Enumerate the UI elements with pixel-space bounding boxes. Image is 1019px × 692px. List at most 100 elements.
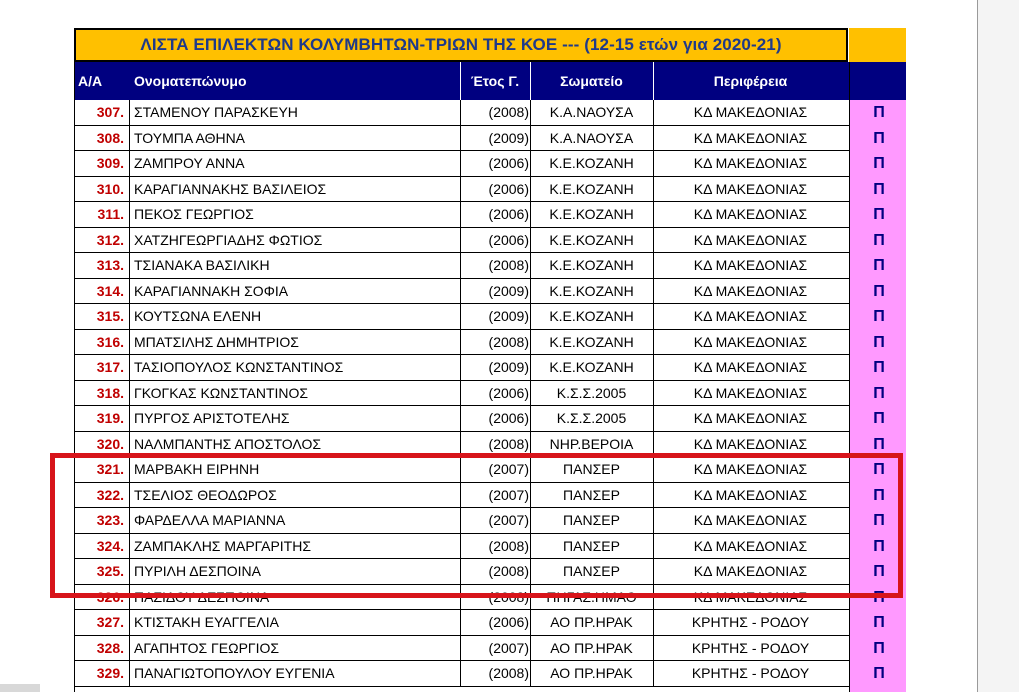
birth-year: (2008) (488, 104, 529, 120)
table-row: 318. ΓΚΟΓΚΑΣ ΚΩΝΣΤΑΝΤΙΝΟΣ (2006) Κ.Σ.Σ.2005… (74, 380, 850, 406)
column-divider (530, 100, 531, 125)
birth-year: (2008) (488, 257, 529, 273)
region-name: ΚΡΗΤΗΣ - ΡΟΔΟΥ (691, 639, 810, 656)
header-aa: Α/Α (78, 73, 103, 89)
column-divider (129, 380, 130, 406)
header-divider (460, 62, 461, 100)
column-divider (530, 661, 531, 686)
column-divider (129, 661, 130, 686)
column-divider (653, 125, 654, 151)
birth-year: (2006) (488, 384, 529, 401)
swimmer-name: ΠΕΚΟΣ ΓΕΩΡΓΙΟΣ (134, 206, 254, 222)
marker-p: Π (873, 308, 885, 325)
row-number: 329. (96, 665, 124, 681)
column-divider (129, 202, 130, 227)
marker-p: Π (873, 333, 885, 351)
horizontal-scrollbar[interactable] (0, 684, 40, 692)
header-name: Ονοματεπώνυμο (134, 73, 247, 89)
table-row: 309. ΖΑΜΠΡΟΥ ΑΝΝΑ (2006) Κ.Ε.ΚΟΖΑΝΗ ΚΔ ΜΑΚΕΔ… (74, 151, 850, 177)
column-divider (460, 329, 461, 355)
swimmer-name: ΤΣΙΑΝΑΚΑ ΒΑΣΙΛΙΚΗ (134, 257, 270, 273)
region-name: ΚΔ ΜΑΚΕΔΟΝΙΑΣ (693, 308, 808, 324)
viewer-margin (978, 0, 1019, 692)
region-name: ΚΔ ΜΑΚΕΔΟΝΙΑΣ (693, 282, 808, 299)
region-name: ΚΔ ΜΑΚΕΔΟΝΙΑΣ (693, 206, 808, 222)
region-name: ΚΔ ΜΑΚΕΔΟΝΙΑΣ (693, 410, 808, 426)
column-divider (129, 304, 130, 329)
region-name: ΚΔ ΜΑΚΕΔΟΝΙΑΣ (693, 231, 808, 248)
row-number: 308. (96, 129, 124, 146)
column-divider (530, 380, 531, 406)
swimmer-name: ΚΟΥΤΣΩΝΑ ΕΛΕΝΗ (134, 308, 262, 324)
column-divider (460, 176, 461, 202)
column-divider (530, 227, 531, 253)
column-divider (460, 100, 461, 125)
birth-year: (2009) (488, 308, 529, 324)
column-divider (129, 151, 130, 176)
column-divider (653, 202, 654, 227)
column-divider (653, 610, 654, 635)
column-divider (460, 635, 461, 661)
row-number: 319. (96, 410, 124, 426)
row-number: 315. (96, 308, 124, 324)
table-row: 307. ΣΤΑΜΕΝΟΥ ΠΑΡΑΣΚΕΥΗ (2008) Κ.Α.ΝΑΟΥΣΑ ΚΔ… (74, 100, 850, 126)
birth-year: (2009) (488, 282, 529, 299)
region-name: ΚΔ ΜΑΚΕΔΟΝΙΑΣ (693, 257, 808, 273)
header-club: Σωματείο (560, 73, 623, 89)
birth-year: (2006) (488, 231, 529, 248)
region-name: ΚΔ ΜΑΚΕΔΟΝΙΑΣ (693, 104, 808, 120)
table-row: 315. ΚΟΥΤΣΩΝΑ ΕΛΕΝΗ (2009) Κ.Ε.ΚΟΖΑΝΗ ΚΔ ΜΑΚ… (74, 304, 850, 330)
marker-p: Π (873, 180, 885, 198)
region-name: ΚΔ ΜΑΚΕΔΟΝΙΑΣ (693, 359, 808, 375)
column-divider (129, 355, 130, 380)
swimmer-name: ΤΑΣΙΟΠΟΥΛΟΣ ΚΩΝΣΤΑΝΤΙΝΟΣ (134, 359, 344, 375)
table-row: 311. ΠΕΚΟΣ ΓΕΩΡΓΙΟΣ (2006) Κ.Ε.ΚΟΖΑΝΗ ΚΔ ΜΑΚ… (74, 202, 850, 228)
club-name: ΑΟ ΠΡ.ΗΡΑΚ (550, 614, 633, 630)
club-name: Κ.Σ.Σ.2005 (556, 384, 627, 401)
club-name: Κ.Α.ΝΑΟΥΣΑ (549, 104, 634, 120)
row-number: 307. (96, 104, 124, 120)
marker-p: Π (873, 665, 885, 682)
column-divider (460, 278, 461, 304)
swimmers-table: 307. ΣΤΑΜΕΝΟΥ ΠΑΡΑΣΚΕΥΗ (2008) Κ.Α.ΝΑΟΥΣΑ ΚΔ… (74, 100, 850, 687)
swimmer-name: ΜΠΑΤΣΙΛΗΣ ΔΗΜΗΤΡΙΟΣ (134, 333, 299, 350)
column-divider (653, 380, 654, 406)
club-name: Κ.Ε.ΚΟΖΑΝΗ (549, 359, 634, 375)
marker-p: Π (873, 104, 885, 121)
swimmer-name: ΚΑΡΑΓΙΑΝΝΑΚΗ ΣΟΦΙΑ (134, 282, 289, 299)
row-number: 313. (96, 257, 124, 273)
header-divider (653, 62, 654, 100)
birth-year: (2006) (488, 410, 529, 426)
row-number: 328. (96, 639, 124, 656)
column-divider (530, 125, 531, 151)
column-divider (129, 100, 130, 125)
club-name: Κ.Ε.ΚΟΖΑΝΗ (549, 282, 634, 299)
column-divider (129, 125, 130, 151)
birth-year: (2006) (488, 614, 529, 630)
column-divider (653, 100, 654, 125)
column-divider (530, 278, 531, 304)
club-name: ΑΟ ΠΡ.ΗΡΑΚ (550, 639, 633, 656)
column-divider (129, 406, 130, 431)
birth-year: (2006) (488, 155, 529, 171)
club-name: ΑΟ ΠΡ.ΗΡΑΚ (550, 665, 633, 681)
page-edge (977, 0, 978, 692)
table-row: 313. ΤΣΙΑΝΑΚΑ ΒΑΣΙΛΙΚΗ (2008) Κ.Ε.ΚΟΖΑΝΗ ΚΔ … (74, 253, 850, 279)
header-region: Περιφέρεια (713, 73, 788, 89)
birth-year: (2009) (488, 129, 529, 146)
table-row: 310. ΚΑΡΑΓΙΑΝΝΑΚΗΣ ΒΑΣΙΛΕΙΟΣ (2006) Κ.Ε.ΚΟΖ… (74, 176, 850, 202)
column-divider (653, 635, 654, 661)
table-row: 327. ΚΤΙΣΤΑΚΗ ΕΥΑΓΓΕΛΙΑ (2006) ΑΟ ΠΡ.ΗΡΑΚ ΚΡ… (74, 610, 850, 636)
column-divider (530, 635, 531, 661)
column-divider (460, 304, 461, 329)
column-divider (460, 661, 461, 686)
column-divider (460, 151, 461, 176)
region-name: ΚΔ ΜΑΚΕΔΟΝΙΑΣ (693, 180, 808, 197)
marker-p: Π (873, 231, 885, 249)
column-divider (653, 661, 654, 686)
birth-year: (2009) (488, 359, 529, 375)
marker-p: Π (873, 410, 885, 427)
marker-p: Π (873, 129, 885, 147)
region-name: ΚΔ ΜΑΚΕΔΟΝΙΑΣ (693, 155, 808, 171)
swimmer-name: ΚΑΡΑΓΙΑΝΝΑΚΗΣ ΒΑΣΙΛΕΙΟΣ (134, 180, 327, 197)
